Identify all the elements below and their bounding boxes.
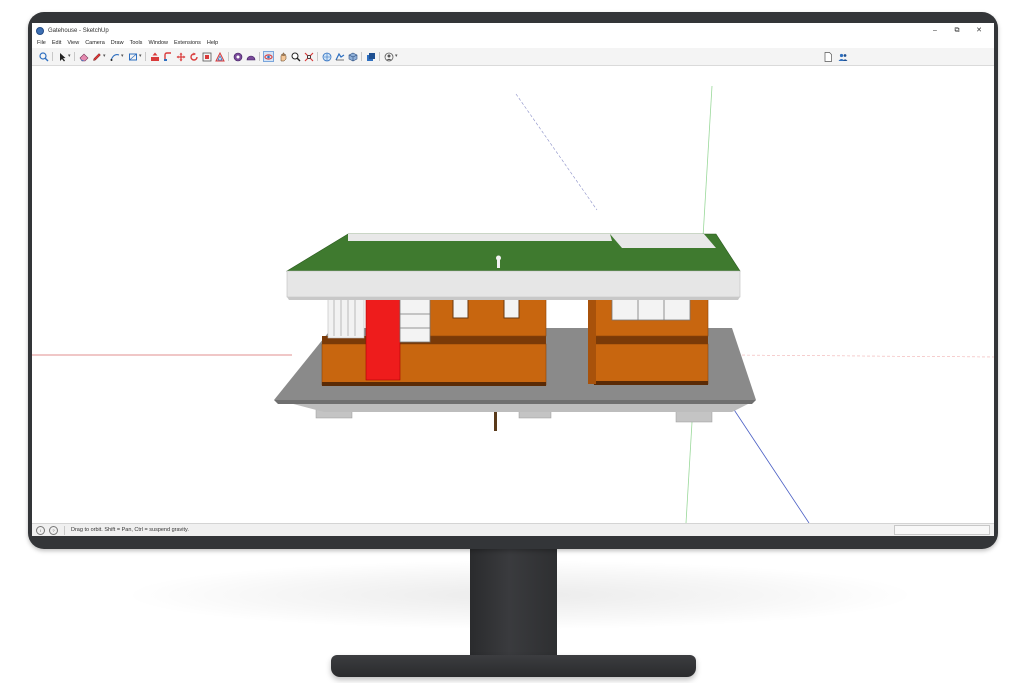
title-bar: Gatehouse - SketchUp – ⧉ ✕ (32, 23, 994, 38)
rectangle-icon[interactable] (127, 51, 138, 62)
chevron-down-icon[interactable]: ▾ (139, 51, 142, 62)
sketchup-logo-icon (36, 26, 44, 35)
line-icon[interactable] (109, 51, 120, 62)
geo-location-icon[interactable] (321, 51, 332, 62)
follow-me-icon[interactable] (162, 51, 173, 62)
left-building-lower-wall (321, 343, 547, 386)
offset-icon[interactable] (214, 51, 225, 62)
left-building-base-line (322, 382, 546, 386)
restore-button[interactable]: ⧉ (946, 23, 968, 38)
menu-extensions[interactable]: Extensions (171, 38, 204, 48)
chevron-down-icon[interactable]: ▾ (395, 51, 398, 62)
toolbar-separator (228, 52, 229, 61)
status-hint: Drag to orbit. Shift = Pan, Ctrl = suspe… (71, 527, 189, 533)
components-icon[interactable] (347, 51, 358, 62)
roof-fascia (286, 270, 741, 298)
window (452, 297, 469, 319)
toolbar-separator (317, 52, 318, 61)
sandbox-icon[interactable] (334, 51, 345, 62)
move-icon[interactable] (175, 51, 186, 62)
window-title: Gatehouse - SketchUp (48, 27, 109, 34)
menu-bar: File Edit View Camera Draw Tools Window … (32, 38, 994, 48)
pencil-icon[interactable] (91, 51, 102, 62)
main-toolbar: ▾ ▾ ▾ ▾ ▾ (32, 48, 994, 66)
menu-window[interactable]: Window (145, 38, 171, 48)
roof-parapet (348, 234, 612, 241)
toolbar-separator (52, 52, 53, 61)
menu-view[interactable]: View (64, 38, 82, 48)
chevron-down-icon[interactable]: ▾ (121, 51, 124, 62)
push-pull-icon[interactable] (149, 51, 160, 62)
right-building-band (594, 336, 708, 344)
zoom-extents-icon[interactable] (303, 51, 314, 62)
menu-draw[interactable]: Draw (108, 38, 127, 48)
gatehouse-model (32, 85, 994, 523)
menu-edit[interactable]: Edit (49, 38, 64, 48)
menu-help[interactable]: Help (204, 38, 221, 48)
rotate-icon[interactable] (188, 51, 199, 62)
roof-step (610, 234, 716, 248)
window (399, 297, 431, 343)
glazed-porch (327, 293, 365, 339)
modeling-viewport[interactable] (32, 66, 994, 523)
menu-tools[interactable]: Tools (127, 38, 146, 48)
protractor-icon[interactable] (245, 51, 256, 62)
select-arrow-icon[interactable] (56, 51, 67, 62)
menu-camera[interactable]: Camera (82, 38, 108, 48)
toolbar-separator (379, 52, 380, 61)
tape-measure-icon[interactable] (232, 51, 243, 62)
orbit-icon[interactable] (263, 51, 274, 62)
monitor-stand-neck (470, 549, 557, 666)
help-icon[interactable]: ? (49, 525, 58, 535)
zoom-icon[interactable] (290, 51, 301, 62)
sketchup-window: Gatehouse - SketchUp – ⧉ ✕ File Edit Vie… (32, 23, 994, 536)
status-bar: i ? Drag to orbit. Shift = Pan, Ctrl = s… (32, 523, 994, 536)
scale-icon[interactable] (201, 51, 212, 62)
measurements-box[interactable] (894, 525, 990, 535)
blue-axis-dashed (515, 93, 598, 211)
toolbar-separator (361, 52, 362, 61)
window-controls: – ⧉ ✕ (924, 23, 990, 38)
menu-file[interactable]: File (32, 38, 49, 48)
users-icon[interactable] (837, 51, 848, 62)
document-icon[interactable] (822, 51, 833, 62)
toolbar-separator (74, 52, 75, 61)
pan-icon[interactable] (277, 51, 288, 62)
right-building-side (588, 298, 596, 384)
window (611, 297, 691, 321)
roof-vent-cap (496, 255, 501, 261)
right-building-base-line (594, 381, 708, 385)
red-axis-dashed (731, 354, 994, 358)
eraser-icon[interactable] (78, 51, 89, 62)
scene-backdrop: Gatehouse - SketchUp – ⧉ ✕ File Edit Vie… (0, 0, 1024, 683)
right-building-lower-wall (593, 343, 709, 385)
window (503, 297, 520, 319)
close-button[interactable]: ✕ (968, 23, 990, 38)
info-icon[interactable]: i (36, 525, 45, 535)
roof-fascia-shadow (287, 297, 740, 300)
toolbar-separator (145, 52, 146, 61)
materials-icon[interactable] (365, 51, 376, 62)
account-icon[interactable] (383, 51, 394, 62)
deck-edge (274, 400, 756, 404)
toolbar-separator (259, 52, 260, 61)
chevron-down-icon[interactable]: ▾ (103, 51, 106, 62)
search-icon[interactable] (38, 51, 49, 62)
minimize-button[interactable]: – (924, 23, 946, 38)
red-door (365, 297, 401, 381)
chevron-down-icon[interactable]: ▾ (68, 51, 71, 62)
monitor-stand-base (331, 655, 696, 677)
status-divider (64, 525, 65, 535)
